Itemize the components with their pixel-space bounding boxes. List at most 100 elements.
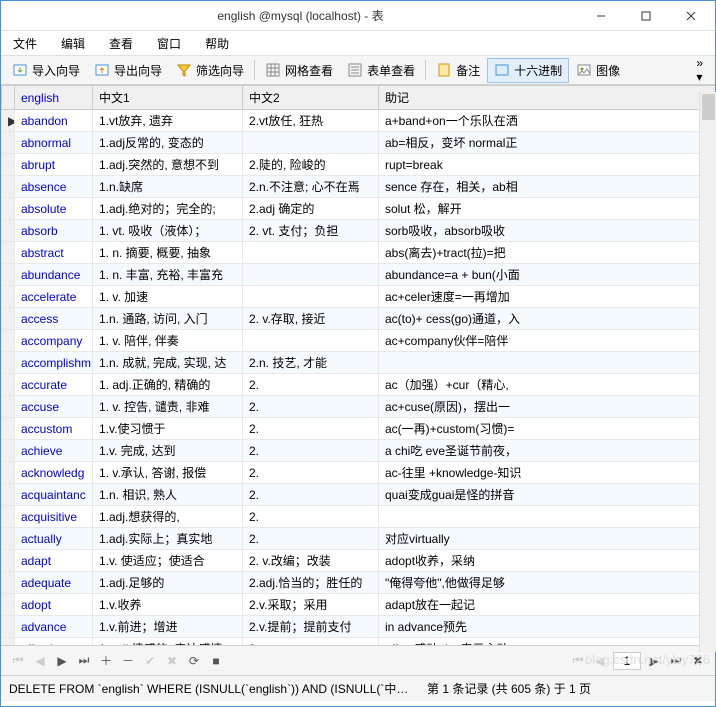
table-row[interactable]: absorb1. vt. 吸收（液体）；2. vt. 支付；负担sorb吸收，a…	[2, 220, 716, 242]
toolbar-overflow-button[interactable]: »▾	[688, 56, 711, 84]
data-grid[interactable]: english 中文1 中文2 助记 ▶abandon1.vt放弃, 遗弃2.v…	[1, 85, 715, 645]
cell[interactable]: 2.	[243, 418, 379, 440]
cell[interactable]: in advance预先	[379, 616, 716, 638]
cell[interactable]: acquaintanc	[15, 484, 93, 506]
cell[interactable]: 1. n. 丰富, 充裕, 丰富充	[93, 264, 243, 286]
cell[interactable]: 1. v. 陪伴, 伴奏	[93, 330, 243, 352]
table-row[interactable]: access1.n. 通路, 访问, 入门2. v.存取, 接近ac(to)+ …	[2, 308, 716, 330]
cell[interactable]: rupt=break	[379, 154, 716, 176]
col-mnemonic[interactable]: 助记	[379, 86, 716, 110]
filter-wizard-button[interactable]: 筛选向导	[169, 58, 251, 83]
cell[interactable]	[243, 286, 379, 308]
nav-prev-button[interactable]: ◀	[31, 652, 49, 670]
cell[interactable]: a+band+on一个乐队在洒	[379, 110, 716, 132]
cell[interactable]: 1.adj.想获得的,	[93, 506, 243, 528]
menu-window[interactable]: 窗口	[153, 33, 185, 54]
export-wizard-button[interactable]: 导出向导	[87, 58, 169, 83]
cell[interactable]: sence 存在，相关，ab相	[379, 176, 716, 198]
table-row[interactable]: accustom1.v.使习惯于2.ac(一再)+custom(习惯)=	[2, 418, 716, 440]
table-row[interactable]: abundance1. n. 丰富, 充裕, 丰富充abundance=a + …	[2, 264, 716, 286]
page-last-button[interactable]: ⏭	[667, 652, 685, 670]
cell[interactable]: 2.adj.恰当的；胜任的	[243, 572, 379, 594]
cell[interactable]	[243, 264, 379, 286]
cell[interactable]: 2.adj 确定的	[243, 198, 379, 220]
cell[interactable]: 1.adj.足够的	[93, 572, 243, 594]
table-row[interactable]: accurate1. adj.正确的, 精确的2.ac（加强）+cur（精心,	[2, 374, 716, 396]
cell[interactable]: adopt	[15, 594, 93, 616]
cell[interactable]: 1.adj.实际上；真实地	[93, 528, 243, 550]
table-row[interactable]: accuse1. v. 控告, 谴责, 非难2.ac+cuse(原因)，摆出一	[2, 396, 716, 418]
nav-first-button[interactable]: ⏮	[9, 652, 27, 670]
table-row[interactable]: accomplishm1.n. 成就, 完成, 实现, 达2.n. 技艺, 才能	[2, 352, 716, 374]
cell[interactable]: accomplishm	[15, 352, 93, 374]
cell[interactable]: 1. vt. 吸收（液体）；	[93, 220, 243, 242]
cell[interactable]	[243, 132, 379, 154]
cell[interactable]: acquisitive	[15, 506, 93, 528]
nav-refresh-button[interactable]: ⟳	[185, 652, 203, 670]
table-row[interactable]: achieve1.v. 完成, 达到2.a chi吃 eve圣诞节前夜，	[2, 440, 716, 462]
cell[interactable]: adopt收养，采纳	[379, 550, 716, 572]
cell[interactable]: 1.v. 使适应；使适合	[93, 550, 243, 572]
cell[interactable]: ac+celer速度=一再增加	[379, 286, 716, 308]
cell[interactable]: ac+company伙伴=陪伴	[379, 330, 716, 352]
table-row[interactable]: abnormal1.adj反常的, 变态的ab=相反，变坏 normal正	[2, 132, 716, 154]
cell[interactable]: 2.	[243, 440, 379, 462]
cell[interactable]: acknowledg	[15, 462, 93, 484]
menu-file[interactable]: 文件	[9, 33, 41, 54]
cell[interactable]: 2. v.存取, 接近	[243, 308, 379, 330]
cell[interactable]: ac+cuse(原因)，摆出一	[379, 396, 716, 418]
cell[interactable]: ac(一再)+custom(习惯)=	[379, 418, 716, 440]
cell[interactable]: 1. adj.正确的, 精确的	[93, 374, 243, 396]
cell[interactable]: 2.v.提前；提前支付	[243, 616, 379, 638]
cell[interactable]: adapt放在一起记	[379, 594, 716, 616]
cell[interactable]: 2.	[243, 506, 379, 528]
import-wizard-button[interactable]: 导入向导	[5, 58, 87, 83]
cell[interactable]: affect感动+ive表示主动	[379, 638, 716, 646]
nav-last-button[interactable]: ⏭	[75, 652, 93, 670]
table-row[interactable]: acquisitive1.adj.想获得的,2.	[2, 506, 716, 528]
cell[interactable]: advance	[15, 616, 93, 638]
cell[interactable]: adequate	[15, 572, 93, 594]
cell[interactable]: 1.adj反常的, 变态的	[93, 132, 243, 154]
cell[interactable]: sorb吸收，absorb吸收	[379, 220, 716, 242]
cell[interactable]: 1. n. 摘要, 概要, 抽象	[93, 242, 243, 264]
page-next-button[interactable]: ▶	[645, 652, 663, 670]
minimize-button[interactable]	[578, 3, 623, 29]
cell[interactable]: 2.	[243, 462, 379, 484]
cell[interactable]: 1.v.使习惯于	[93, 418, 243, 440]
cell[interactable]: accurate	[15, 374, 93, 396]
cell[interactable]: ac（加强）+cur（精心,	[379, 374, 716, 396]
table-row[interactable]: abrupt1.adj.突然的, 意想不到2.陡的, 险峻的rupt=break	[2, 154, 716, 176]
nav-delete-button[interactable]: －	[119, 652, 137, 670]
cell[interactable]: abandon	[15, 110, 93, 132]
cell[interactable]: adapt	[15, 550, 93, 572]
maximize-button[interactable]	[623, 3, 668, 29]
table-row[interactable]: adopt1.v.收养2.v.采取；采用adapt放在一起记	[2, 594, 716, 616]
cell[interactable]: 2.	[243, 484, 379, 506]
cell[interactable]: "俺得夸他",他做得足够	[379, 572, 716, 594]
cell[interactable]: actually	[15, 528, 93, 550]
table-row[interactable]: adequate1.adj.足够的2.adj.恰当的；胜任的"俺得夸他",他做得…	[2, 572, 716, 594]
cell[interactable]: affective	[15, 638, 93, 646]
cell[interactable]: 2.n. 技艺, 才能	[243, 352, 379, 374]
page-prev-button[interactable]: ◀	[591, 652, 609, 670]
cell[interactable]: 1. v.承认, 答谢, 报偿	[93, 462, 243, 484]
cell[interactable]: ac-往里 +knowledge-知识	[379, 462, 716, 484]
cell[interactable]: 2.n.不注意; 心不在焉	[243, 176, 379, 198]
cell[interactable]: absence	[15, 176, 93, 198]
cell[interactable]: solut 松，解开	[379, 198, 716, 220]
cell[interactable]: abnormal	[15, 132, 93, 154]
col-cn1[interactable]: 中文1	[93, 86, 243, 110]
scrollbar-thumb[interactable]	[702, 94, 715, 120]
hex-button[interactable]: 十六进制	[487, 58, 569, 83]
cell[interactable]: 1.n. 相识, 熟人	[93, 484, 243, 506]
cell[interactable]: a chi吃 eve圣诞节前夜，	[379, 440, 716, 462]
table-row[interactable]: ▶abandon1.vt放弃, 遗弃2.vt放任, 狂热a+band+on一个乐…	[2, 110, 716, 132]
cell[interactable]: 2.vt放任, 狂热	[243, 110, 379, 132]
cell[interactable]: 1.adj.绝对的；完全的;	[93, 198, 243, 220]
cell[interactable]: abundance=a + bun(小面	[379, 264, 716, 286]
vertical-scrollbar[interactable]	[699, 92, 716, 652]
cell[interactable]: quai变成guai是怪的拼音	[379, 484, 716, 506]
grid-view-button[interactable]: 网格查看	[258, 58, 340, 83]
cell[interactable]: 2.	[243, 374, 379, 396]
